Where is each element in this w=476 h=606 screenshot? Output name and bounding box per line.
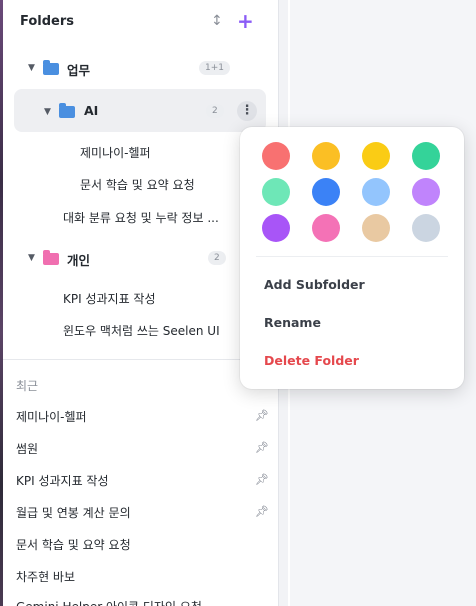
folder-context-menu: Add Subfolder Rename Delete Folder xyxy=(240,127,464,389)
menu-divider xyxy=(256,256,448,257)
pin-icon[interactable]: 📌︎ xyxy=(255,505,269,518)
pin-icon[interactable]: 📌︎ xyxy=(255,441,269,454)
chat-item[interactable]: 윈도우 맥처럼 쓰는 Seelen UI xyxy=(63,322,220,339)
chat-item[interactable]: 대화 분류 요청 및 누락 정보 ... xyxy=(63,209,219,226)
folder-ai-row[interactable] xyxy=(14,89,266,132)
recent-item[interactable]: 썸원 xyxy=(16,440,38,457)
color-swatch[interactable] xyxy=(312,214,340,242)
folder-count-badge: 2 xyxy=(206,104,224,118)
recent-item[interactable]: 차주현 바보 xyxy=(16,568,75,585)
folder-work-label[interactable]: 업무 xyxy=(67,60,90,79)
color-swatch[interactable] xyxy=(312,178,340,206)
add-folder-icon[interactable]: + xyxy=(237,9,254,33)
pin-icon[interactable]: 📌︎ xyxy=(255,409,269,422)
color-swatch[interactable] xyxy=(412,178,440,206)
folder-icon xyxy=(43,250,59,265)
chat-item[interactable]: 문서 학습 및 요약 요청 xyxy=(80,176,195,193)
color-swatch[interactable] xyxy=(312,142,340,170)
caret-down-icon[interactable]: ▼ xyxy=(28,63,35,73)
chat-item[interactable]: KPI 성과지표 작성 xyxy=(63,290,156,307)
recent-label: 최근 xyxy=(16,379,39,393)
add-subfolder-item[interactable]: Add Subfolder xyxy=(264,277,365,292)
folder-icon xyxy=(43,60,59,75)
recent-item[interactable]: KPI 성과지표 작성 xyxy=(16,472,109,489)
delete-folder-item[interactable]: Delete Folder xyxy=(264,353,359,368)
color-swatch[interactable] xyxy=(412,214,440,242)
color-swatch[interactable] xyxy=(262,178,290,206)
color-swatch[interactable] xyxy=(362,178,390,206)
color-swatch[interactable] xyxy=(362,214,390,242)
folder-count-badge: 2 xyxy=(208,251,226,265)
folder-icon xyxy=(59,103,75,118)
caret-down-icon[interactable]: ▼ xyxy=(44,107,51,117)
color-swatch[interactable] xyxy=(262,142,290,170)
recent-item[interactable]: 문서 학습 및 요약 요청 xyxy=(16,536,131,553)
color-swatch[interactable] xyxy=(362,142,390,170)
recent-item[interactable]: 제미나이-헬퍼 xyxy=(16,408,87,425)
pin-icon[interactable]: 📌︎ xyxy=(255,473,269,486)
color-swatch[interactable] xyxy=(262,214,290,242)
recent-item[interactable]: Gemini Helper 아이콘 디자인 요청 xyxy=(16,598,202,606)
folder-count-badge: 1+1 xyxy=(199,61,230,75)
sort-icon[interactable]: ↕ xyxy=(211,13,223,29)
rename-item[interactable]: Rename xyxy=(264,315,321,330)
color-swatch[interactable] xyxy=(412,142,440,170)
folder-personal-label[interactable]: 개인 xyxy=(67,250,90,269)
caret-down-icon[interactable]: ▼ xyxy=(28,253,35,263)
recent-item[interactable]: 월급 및 연봉 계산 문의 xyxy=(16,504,131,521)
folders-title: Folders xyxy=(20,14,75,29)
folder-ai-label[interactable]: AI xyxy=(84,103,98,118)
chat-item[interactable]: 제미나이-헬퍼 xyxy=(80,144,151,161)
more-options-icon[interactable]: ⋮ xyxy=(237,101,257,121)
